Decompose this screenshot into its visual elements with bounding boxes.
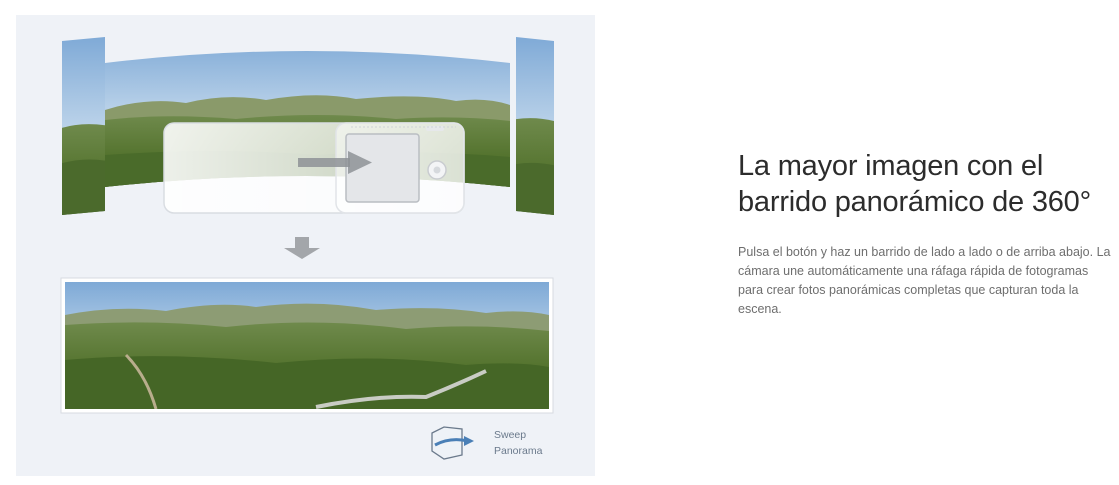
logo-text-line1: Sweep [494,429,526,441]
panorama-result-photo [60,277,554,414]
feature-description: Pulsa el botón y haz un barrido de lado … [738,245,1111,316]
panorama-right-wing [516,37,554,215]
sweep-panorama-illustration: Sweep Panorama [16,15,595,476]
logo-text-line2: Panorama [494,445,543,457]
camera-icon [163,122,465,214]
product-feature-section: Sweep Panorama La mayor imagen con el ba… [0,0,1119,485]
panorama-graphic: Sweep Panorama [60,37,554,460]
down-arrow-icon [284,237,320,259]
sweep-panorama-logo-icon: Sweep Panorama [431,426,543,460]
feature-copy: La mayor imagen con el barrido panorámic… [738,148,1114,319]
feature-headline: La mayor imagen con el barrido panorámic… [738,150,1092,218]
